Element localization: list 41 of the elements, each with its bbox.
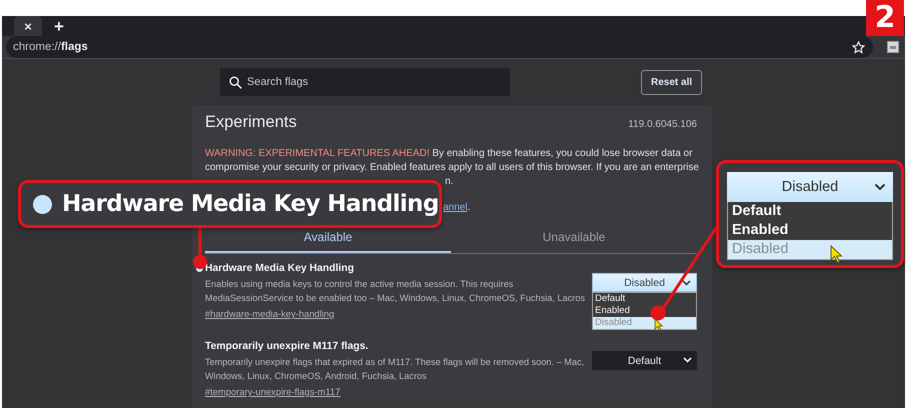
dropdown-option[interactable]: Enabled (593, 305, 696, 317)
browser-tab[interactable]: × (14, 16, 42, 36)
extension-icon (887, 41, 899, 53)
flag-link[interactable]: #hardware-media-key-handling (205, 308, 334, 319)
flags-tab[interactable]: Unavailable (451, 227, 697, 253)
flag-description: MediaSessionService to be enabled too – Mac, Windows, Linux, ChromeOS, Fuchsia, Lacros (205, 292, 586, 304)
chevron-down-icon (682, 280, 691, 286)
flag-dropdown[interactable]: Disabled (592, 273, 697, 292)
warning-text: WARNING: EXPERIMENTAL FEATURES AHEAD! By enabling these features, you could lose browser data or (205, 147, 694, 161)
flag-link[interactable]: #temporary-unexpire-flags-m117 (205, 386, 340, 397)
dropdown-option[interactable]: Default (593, 293, 696, 305)
version-text: 119.0.6045.106 (628, 119, 697, 130)
flag-title: Hardware Media Key Handling (205, 262, 355, 276)
flag-description: Windows, Linux, ChromeOS, Android, Fuchsia, Lacros (205, 370, 428, 382)
warning-text: . (467, 201, 470, 215)
warning-text: n. (444, 175, 454, 189)
star-icon (852, 40, 865, 54)
new-tab-button[interactable]: + (50, 17, 68, 36)
cursor-icon (654, 318, 663, 331)
search-icon (229, 76, 242, 89)
flag-description: Enables using media keys to control the active media session. This requires (205, 278, 514, 291)
dropdown-option: Disabled (728, 240, 892, 259)
search-field[interactable]: Search flags (220, 68, 510, 96)
warning-text: compromise your security or privacy. Enabled features apply to all users of this browser. If you are an enterprise (205, 161, 697, 175)
dropdown-option: Enabled (728, 221, 892, 240)
modified-dot-icon (33, 194, 52, 214)
flag-dropdown[interactable]: Default (592, 351, 697, 370)
flag-title: Temporarily unexpire M117 flags. (205, 340, 370, 354)
chevron-down-icon (683, 357, 692, 363)
flag-description: Temporarily unexpire flags that expired as of M117. These flags will be removed soon. – Mac, (205, 356, 586, 369)
address-bar[interactable]: chrome://flags (6, 36, 873, 58)
dropdown-option: Default (728, 202, 892, 221)
reset-all-button[interactable]: Reset all (641, 70, 702, 94)
chevron-down-icon (874, 183, 886, 191)
channel-link[interactable]: annel (443, 201, 468, 215)
page-title: Experiments (205, 113, 297, 132)
callout-title: Hardware Media Key Handling (62, 191, 439, 217)
step-badge: 2 (866, 0, 904, 36)
close-icon[interactable]: × (24, 20, 32, 32)
url-text: chrome://flags (13, 41, 88, 53)
cursor-icon (830, 245, 843, 264)
